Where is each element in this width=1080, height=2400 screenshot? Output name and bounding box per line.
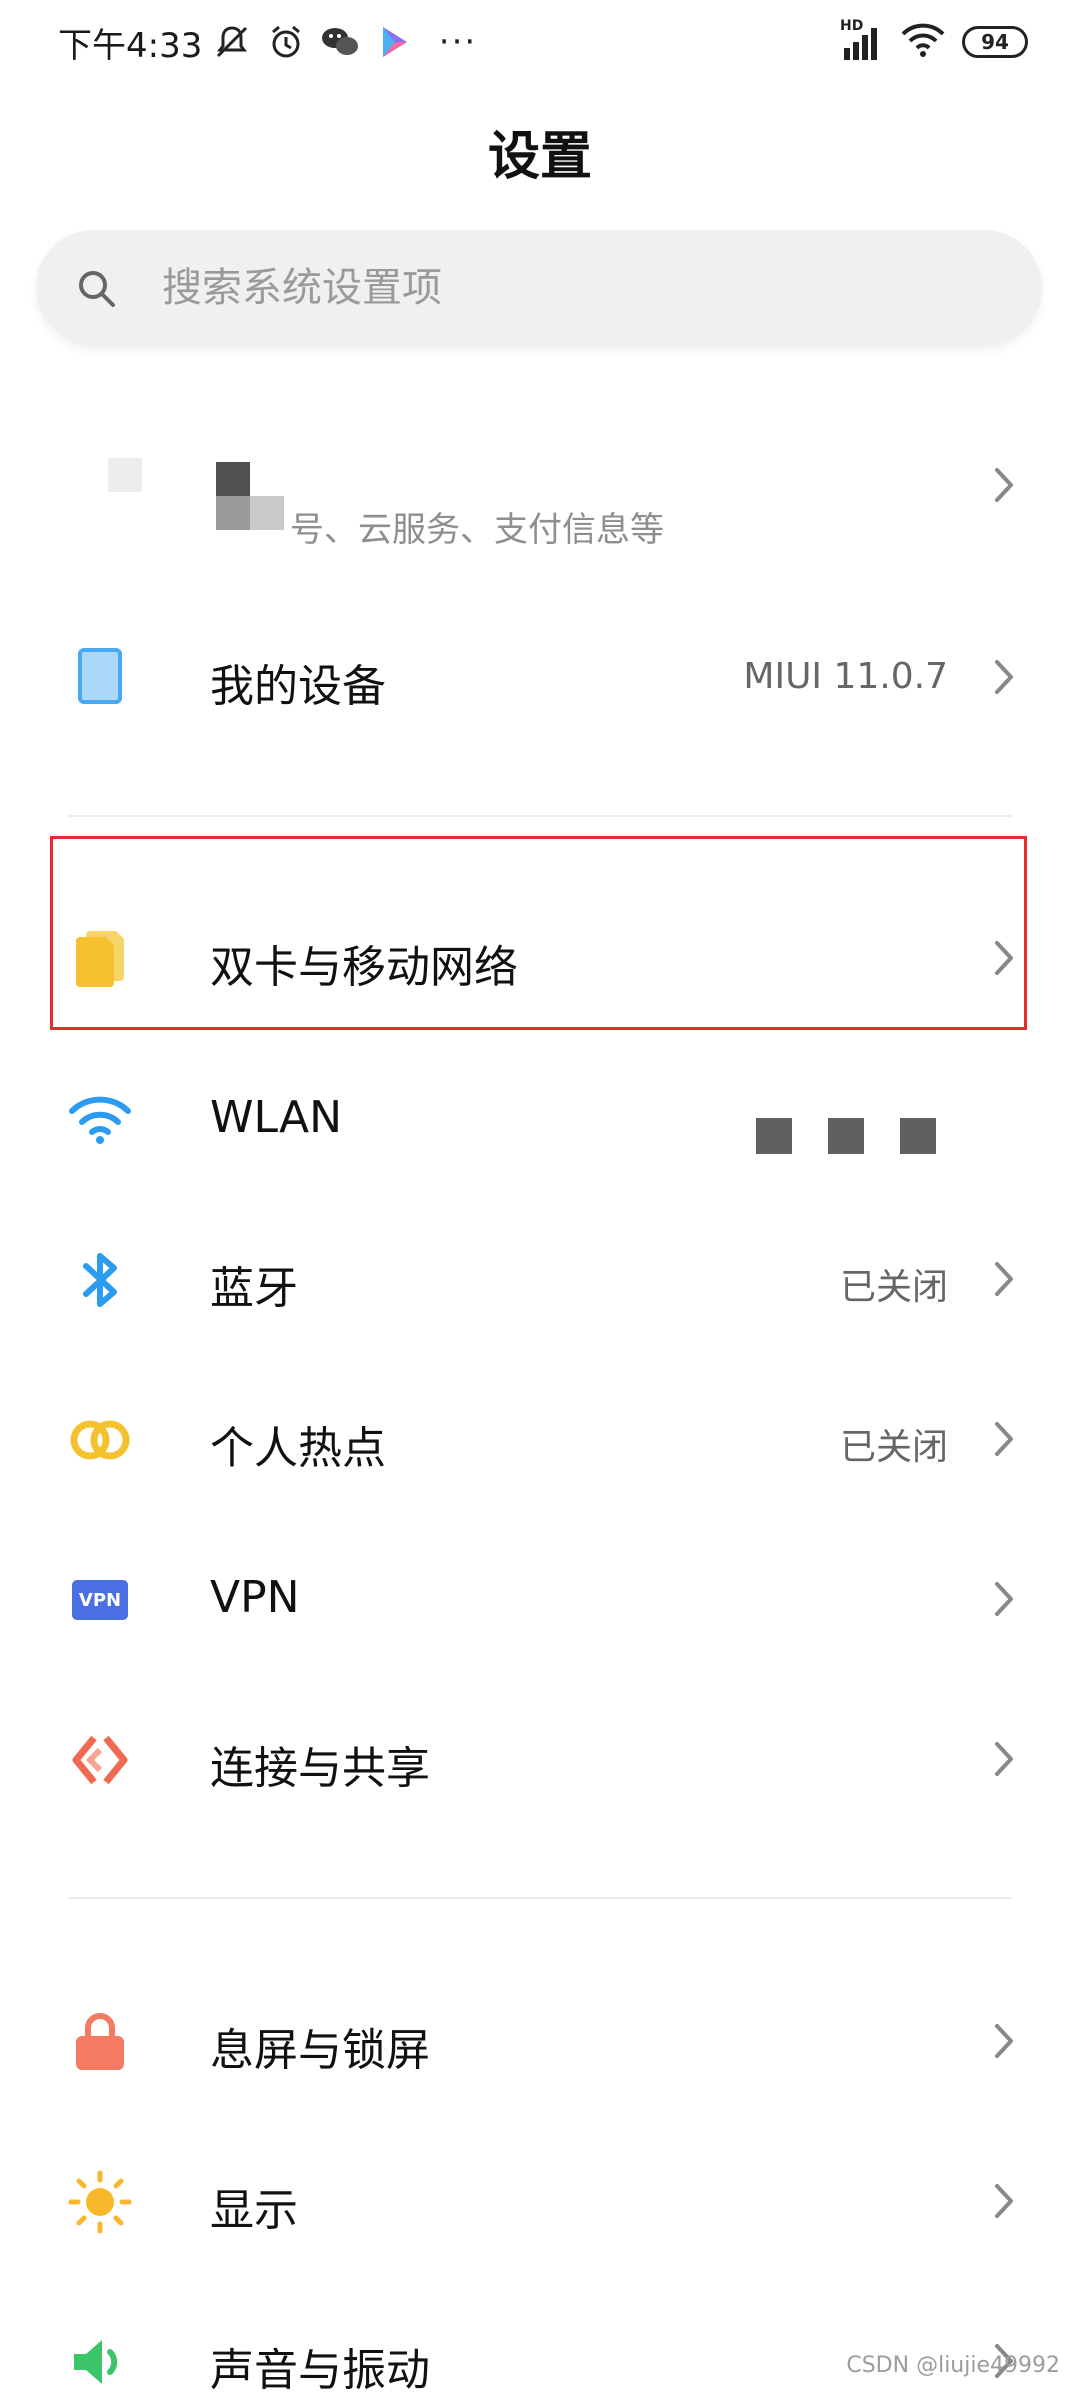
page-title: 设置 <box>487 127 592 187</box>
chevron-right-icon <box>990 1579 1018 1619</box>
account-avatar <box>108 458 142 492</box>
settings-item-label: 个人热点 <box>210 1423 386 1474</box>
status-notification-icons: ··· <box>212 18 488 66</box>
settings-item-connection-sharing[interactable]: 连接与共享 <box>0 1684 1080 1834</box>
chevron-right-icon <box>990 1419 1018 1459</box>
settings-item-label: VPN <box>210 1572 300 1623</box>
search-icon <box>72 264 120 312</box>
watermark: CSDN @liujie49992 <box>846 2353 1060 2378</box>
account-name-mosaic <box>216 462 250 496</box>
search-input[interactable] <box>162 265 982 311</box>
vpn-icon-text: VPN <box>72 1580 128 1620</box>
chevron-right-icon <box>990 2181 1018 2221</box>
settings-item-value: 已关闭 <box>839 1267 948 1308</box>
wifi-status-icon <box>900 21 946 63</box>
hotspot-icon <box>68 1408 132 1472</box>
settings-item-lock-screen[interactable]: 息屏与锁屏 <box>0 1966 1080 2116</box>
settings-item-my-device[interactable]: 我的设备 MIUI 11.0.7 <box>0 602 1080 752</box>
settings-item-value: MIUI 11.0.7 <box>743 656 948 697</box>
notifications-off-icon <box>212 22 252 62</box>
battery-indicator: 94 <box>962 26 1028 58</box>
status-system-icons: HD 94 <box>840 18 1028 66</box>
account-row[interactable]: 号、云服务、支付信息等 <box>0 410 1080 560</box>
lock-icon <box>68 2010 132 2074</box>
status-bar: 下午4:33 ··· HD 94 <box>0 0 1080 84</box>
settings-item-hotspot[interactable]: 个人热点 已关闭 <box>0 1364 1080 1514</box>
settings-item-value: 已关闭 <box>839 1427 948 1468</box>
settings-item-label: 连接与共享 <box>210 1743 430 1794</box>
search-bar[interactable] <box>36 230 1042 346</box>
section-divider <box>68 1897 1012 1899</box>
settings-item-bluetooth[interactable]: 蓝牙 已关闭 <box>0 1204 1080 1354</box>
wifi-icon <box>68 1088 132 1152</box>
chevron-right-icon <box>990 938 1018 978</box>
settings-item-label: WLAN <box>210 1092 343 1143</box>
wlan-value-mosaic <box>756 1118 792 1154</box>
sim-card-icon <box>68 927 132 991</box>
settings-item-sound[interactable]: 声音与振动 <box>0 2286 1080 2400</box>
sun-icon <box>68 2170 132 2234</box>
chevron-right-icon <box>990 1739 1018 1779</box>
settings-item-label: 我的设备 <box>210 661 386 712</box>
account-name-mosaic <box>250 496 284 530</box>
more-dots-icon: ··· <box>438 22 478 62</box>
settings-item-vpn[interactable]: VPN VPN <box>0 1524 1080 1674</box>
settings-item-display[interactable]: 显示 <box>0 2126 1080 2276</box>
chevron-right-icon <box>990 1259 1018 1299</box>
wechat-icon <box>320 22 360 62</box>
speaker-icon <box>68 2330 132 2394</box>
settings-item-wlan[interactable]: WLAN <box>0 1044 1080 1194</box>
settings-item-label: 蓝牙 <box>210 1263 298 1314</box>
vpn-icon: VPN <box>68 1568 132 1632</box>
wlan-value-mosaic <box>828 1118 864 1154</box>
wlan-value-mosaic <box>900 1118 936 1154</box>
chevron-right-icon <box>990 657 1018 697</box>
status-time: 下午4:33 <box>58 26 203 66</box>
section-divider <box>68 815 1012 817</box>
chevron-right-icon <box>990 465 1018 505</box>
account-name-mosaic <box>216 496 250 530</box>
chevron-right-icon <box>990 2021 1018 2061</box>
tablet-icon <box>68 644 132 708</box>
settings-item-label: 声音与振动 <box>210 2345 430 2396</box>
settings-item-label: 双卡与移动网络 <box>210 942 518 993</box>
settings-item-label: 息屏与锁屏 <box>210 2025 430 2076</box>
account-subtitle: 号、云服务、支付信息等 <box>290 510 664 550</box>
cell-signal-icon: HD <box>840 18 884 62</box>
settings-screen: 下午4:33 ··· HD 94 设置 搜索系统设置项 号、云服务、支付信息等 … <box>0 0 1080 2400</box>
play-store-icon <box>374 22 414 62</box>
bluetooth-icon <box>68 1248 132 1312</box>
settings-item-label: 显示 <box>210 2185 298 2236</box>
share-connect-icon <box>68 1728 132 1792</box>
alarm-icon <box>266 22 306 62</box>
settings-item-dual-sim[interactable]: 双卡与移动网络 <box>0 883 1080 1033</box>
